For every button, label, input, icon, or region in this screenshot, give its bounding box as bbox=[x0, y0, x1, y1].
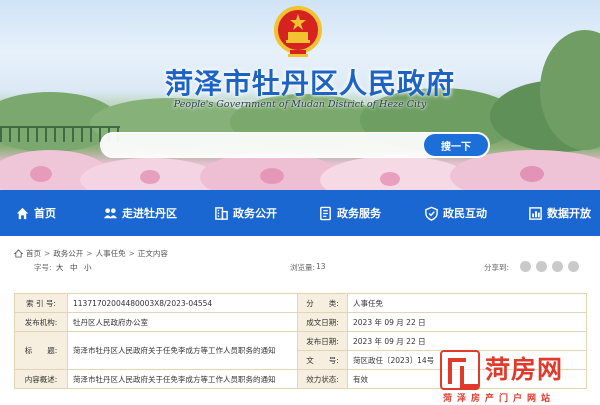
breadcrumb-separator: > bbox=[44, 248, 51, 258]
breadcrumb-link-open-government[interactable]: 政务公开 bbox=[53, 248, 83, 259]
chart-icon bbox=[529, 206, 542, 220]
breadcrumb-link-home[interactable]: 首页 bbox=[26, 248, 41, 259]
nav-item-open-data[interactable]: 数据开放 bbox=[528, 190, 591, 236]
nav-item-label: 政务服务 bbox=[337, 207, 381, 220]
font-size-small[interactable]: 小 bbox=[84, 262, 92, 273]
views-count: 13 bbox=[316, 262, 326, 271]
created-date-value: 2023 年 09 月 22 日 bbox=[347, 312, 587, 332]
watermark-brand: 菏房网 bbox=[485, 355, 564, 384]
table-row: 索 引 号: 11371702004480003X8/2023-04554 分 … bbox=[14, 293, 587, 313]
nav-item-label: 走进牡丹区 bbox=[122, 207, 177, 220]
index-value: 11371702004480003X8/2023-04554 bbox=[67, 293, 298, 313]
nav-item-about[interactable]: 走进牡丹区 bbox=[103, 190, 177, 236]
nav-item-label: 政务公开 bbox=[233, 207, 277, 220]
summary-label: 内容概述: bbox=[14, 369, 68, 389]
nav-item-services[interactable]: 政务服务 bbox=[318, 190, 381, 236]
nav-item-open-government[interactable]: 政务公开 bbox=[214, 190, 277, 236]
share-more-icon[interactable] bbox=[568, 261, 579, 272]
home-icon bbox=[16, 207, 29, 219]
article-toolbar: 字号: 大 中 小 浏览量: 13 分享到: bbox=[0, 261, 600, 275]
nav-item-label: 数据开放 bbox=[547, 207, 591, 220]
share-weibo-icon[interactable] bbox=[520, 261, 531, 272]
location-home-icon bbox=[14, 248, 23, 258]
site-title: 菏泽市牡丹区人民政府 bbox=[164, 67, 455, 100]
created-date-label: 成文日期: bbox=[297, 312, 348, 332]
share-label: 分享到: bbox=[484, 263, 510, 272]
document-icon bbox=[320, 206, 331, 220]
font-size-large[interactable]: 大 bbox=[56, 262, 64, 273]
building-icon bbox=[215, 206, 228, 220]
index-label: 索 引 号: bbox=[14, 293, 68, 313]
watermark-logo-icon bbox=[440, 350, 480, 390]
watermark: 菏房网 菏泽房产门户网站 bbox=[440, 348, 600, 405]
title-label: 标 题: bbox=[14, 331, 68, 370]
font-size-medium[interactable]: 中 bbox=[70, 262, 78, 273]
search-button[interactable]: 搜一下 bbox=[424, 134, 488, 156]
national-emblem-icon bbox=[274, 6, 322, 57]
breadcrumb-current: 正文内容 bbox=[137, 248, 168, 258]
share-wechat-icon[interactable] bbox=[536, 261, 547, 272]
nav-item-home[interactable]: 首页 bbox=[15, 190, 56, 236]
views-label: 浏览量: bbox=[290, 263, 316, 272]
watermark-slogan: 菏泽房产门户网站 bbox=[443, 394, 556, 404]
header-banner: 菏泽市牡丹区人民政府 People's Government of Mudan … bbox=[0, 0, 600, 190]
font-size-label: 字号: bbox=[34, 263, 52, 272]
title-value: 菏泽市牡丹区人民政府关于任免李成方等工作人员职务的通知 bbox=[67, 331, 298, 370]
breadcrumb-separator: > bbox=[86, 248, 93, 258]
nav-item-label: 首页 bbox=[34, 207, 56, 220]
search-input[interactable] bbox=[113, 136, 413, 156]
people-icon bbox=[103, 207, 118, 218]
breadcrumb-separator: > bbox=[128, 248, 135, 258]
status-label: 效力状态: bbox=[297, 369, 348, 389]
nav-item-label: 政民互动 bbox=[443, 207, 487, 220]
category-value: 人事任免 bbox=[347, 293, 587, 313]
share-qzone-icon[interactable] bbox=[552, 261, 563, 272]
agency-value: 牡丹区人民政府办公室 bbox=[67, 312, 298, 332]
doc-number-label: 文 号: bbox=[297, 350, 348, 370]
agency-label: 发布机构: bbox=[14, 312, 68, 332]
published-date-label: 发布日期: bbox=[297, 331, 348, 351]
category-label: 分 类: bbox=[297, 293, 348, 313]
shield-icon bbox=[425, 206, 438, 221]
breadcrumb-link-personnel[interactable]: 人事任免 bbox=[96, 248, 126, 259]
main-nav: 首页 走进牡丹区 政务公开 政务服务 政民互动 数据开放 bbox=[0, 190, 600, 236]
nav-item-interaction[interactable]: 政民互动 bbox=[424, 190, 487, 236]
site-subtitle: People's Government of Mudan District of… bbox=[173, 99, 427, 110]
summary-value: 菏泽市牡丹区人民政府关于任免李成方等工作人员职务的通知 bbox=[67, 369, 298, 389]
table-row: 发布机构: 牡丹区人民政府办公室 成文日期: 2023 年 09 月 22 日 bbox=[14, 312, 587, 332]
breadcrumb: 首页 > 政务公开 > 人事任免 > 正文内容 bbox=[14, 247, 168, 259]
